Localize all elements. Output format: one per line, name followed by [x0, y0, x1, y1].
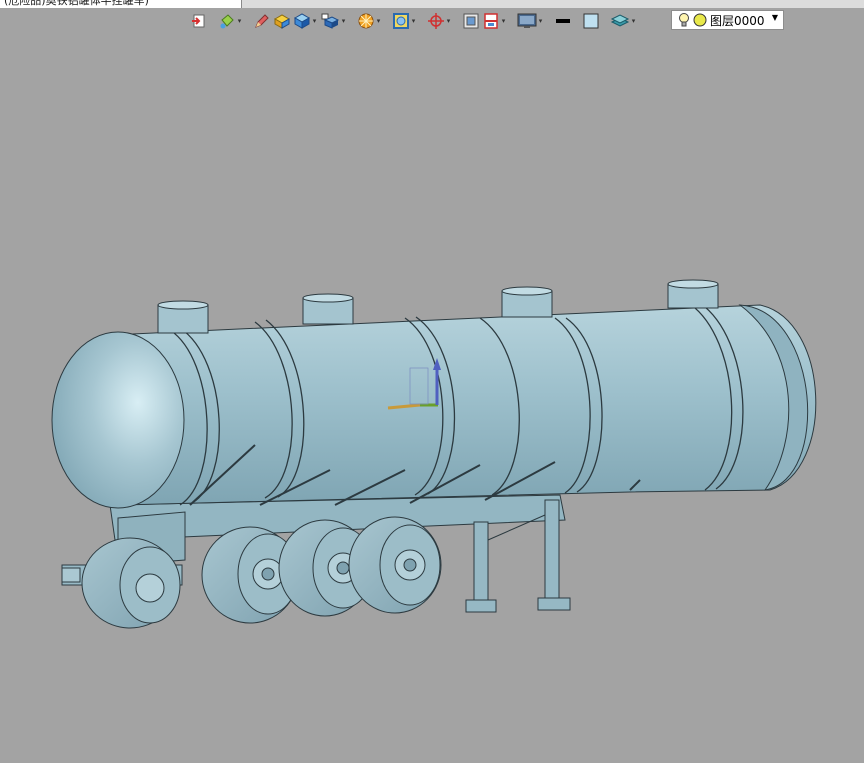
section-plane-dropdown[interactable]: ▾ — [500, 10, 507, 32]
appearance-dropdown[interactable]: ▾ — [236, 10, 243, 32]
section-plane-button[interactable]: ▾ — [482, 10, 507, 32]
hidden-lines-icon — [393, 12, 409, 29]
section-view-icon — [463, 13, 479, 28]
display-style-dropdown[interactable]: ▾ — [410, 10, 417, 32]
document-tab[interactable]: (危险品)奥铁铝罐体半挂罐车) — [0, 0, 242, 8]
view-toolbar: ▾ ▾ ▾ ▾ ▾ ▾ ▾ ▾ ▾ — [190, 9, 637, 32]
render-button[interactable]: ▾ — [357, 10, 382, 32]
render-sphere-icon — [358, 13, 374, 28]
render-dropdown[interactable]: ▾ — [375, 10, 382, 32]
tanker-trailer-model[interactable] — [0, 35, 864, 759]
document-tabstrip: (危险品)奥铁铝罐体半挂罐车) — [0, 0, 864, 8]
view-orientation-icon — [321, 13, 340, 29]
exit-sketch-button[interactable] — [190, 10, 208, 32]
display-style-button[interactable]: ▾ — [392, 10, 417, 32]
pencil-icon — [255, 13, 269, 28]
section-view-button[interactable] — [462, 10, 480, 32]
section-plane-icon — [484, 12, 498, 29]
fill-color-button[interactable] — [582, 10, 600, 32]
layers-button[interactable]: ▾ — [610, 10, 637, 32]
graphics-area[interactable] — [0, 35, 864, 759]
layers-dropdown[interactable]: ▾ — [630, 10, 637, 32]
edit-appearance-button[interactable] — [253, 10, 271, 32]
appearance-button[interactable]: ▾ — [218, 10, 243, 32]
view-orientation-dropdown[interactable]: ▾ — [340, 10, 347, 32]
line-color-button[interactable] — [554, 10, 572, 32]
display-pane-dropdown[interactable]: ▾ — [537, 10, 544, 32]
layer-selector[interactable]: 图层0000 ▼ — [671, 10, 784, 30]
shaded-view-button[interactable] — [273, 10, 291, 32]
fill-color-icon — [583, 13, 599, 28]
exit-sketch-icon — [192, 14, 205, 27]
cube-view-icon — [293, 12, 311, 29]
line-color-icon — [556, 18, 570, 23]
view-origins-button[interactable]: ▾ — [427, 10, 452, 32]
paint-bucket-icon — [220, 13, 234, 28]
yellow-dot-icon[interactable] — [693, 13, 707, 27]
display-monitor-icon — [517, 13, 537, 28]
layers-icon — [610, 13, 630, 27]
view-origins-dropdown[interactable]: ▾ — [445, 10, 452, 32]
chevron-down-icon[interactable]: ▼ — [772, 13, 778, 22]
view-cube-button[interactable]: ▾ — [293, 10, 318, 32]
light-bulb-icon[interactable] — [677, 12, 691, 28]
origin-target-icon — [428, 12, 444, 29]
view-orientation-button[interactable]: ▾ — [320, 10, 347, 32]
view-cube-dropdown[interactable]: ▾ — [311, 10, 318, 32]
display-pane-button[interactable]: ▾ — [517, 10, 544, 32]
layer-name: 图层0000 — [710, 13, 765, 28]
box-shaded-icon — [273, 13, 291, 29]
